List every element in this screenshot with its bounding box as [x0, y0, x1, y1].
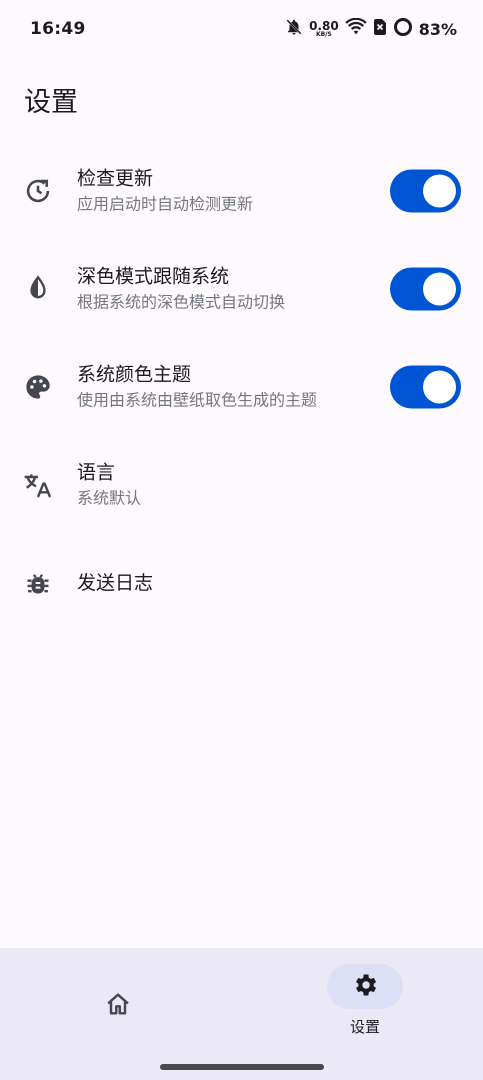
nav-home[interactable] [78, 966, 158, 1036]
bug-icon [22, 567, 54, 599]
status-time: 16:49 [30, 19, 86, 39]
setting-subtitle: 根据系统的深色模式自动切换 [77, 292, 286, 312]
setting-title: 深色模式跟随系统 [77, 265, 230, 288]
check-updates-toggle[interactable] [390, 169, 461, 213]
net-speed: 0.80 KB/S [309, 20, 339, 38]
color-theme-toggle[interactable] [390, 365, 461, 409]
setting-system-color-theme[interactable]: 系统颜色主题 使用由系统由壁纸取色生成的主题 [0, 338, 483, 436]
dark-mode-toggle[interactable] [390, 267, 461, 311]
nav-active-indicator [327, 964, 403, 1009]
status-icons: 0.80 KB/S 83% [285, 17, 457, 41]
setting-check-updates[interactable]: 检查更新 应用启动时自动检测更新 [0, 142, 483, 240]
palette-icon [22, 371, 54, 403]
setting-title: 检查更新 [77, 167, 154, 190]
bell-off-icon [285, 18, 303, 40]
toggle-knob [423, 370, 456, 404]
setting-subtitle: 系统默认 [77, 488, 142, 508]
setting-subtitle: 应用启动时自动检测更新 [77, 194, 254, 214]
no-sim-icon [373, 18, 387, 40]
nav-settings-label: 设置 [349, 1018, 380, 1036]
gear-icon [351, 971, 379, 1003]
settings-list: 检查更新 应用启动时自动检测更新 深色模式跟随系统 根据系统的深色模式自动切换 … [0, 142, 483, 632]
setting-title: 语言 [77, 461, 116, 484]
setting-subtitle: 使用由系统由壁纸取色生成的主题 [77, 390, 318, 410]
battery-ring-icon [393, 17, 413, 41]
status-bar: 16:49 0.80 KB/S 83% [0, 0, 483, 58]
net-speed-unit: KB/S [316, 31, 332, 38]
translate-icon [22, 469, 54, 501]
setting-language[interactable]: 语言 系统默认 [0, 436, 483, 534]
wifi-icon [345, 17, 367, 40]
update-icon [22, 175, 54, 207]
toggle-knob [423, 272, 456, 306]
gesture-bar[interactable] [160, 1064, 324, 1070]
page-title: 设置 [24, 87, 78, 118]
setting-title: 发送日志 [77, 572, 154, 594]
battery-percent: 83% [418, 19, 457, 39]
bottom-navigation: 设置 [0, 948, 483, 1080]
nav-settings[interactable]: 设置 [325, 964, 405, 1044]
contrast-icon [22, 273, 54, 305]
setting-dark-mode-follow-system[interactable]: 深色模式跟随系统 根据系统的深色模式自动切换 [0, 240, 483, 338]
home-icon [104, 990, 132, 1022]
toggle-knob [423, 174, 456, 208]
setting-send-log[interactable]: 发送日志 [0, 534, 483, 632]
setting-title: 系统颜色主题 [77, 363, 192, 386]
